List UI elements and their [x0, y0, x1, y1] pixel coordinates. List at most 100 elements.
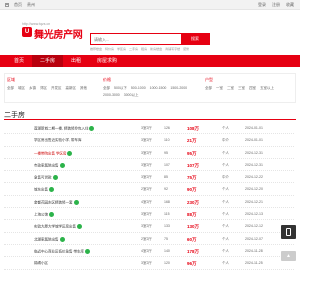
listing-layout: 2室2厅: [141, 187, 152, 192]
listing-row[interactable]: 上海公馆 3室2厅 115 88万 个人 2024-12-13: [4, 208, 294, 221]
listing-row[interactable]: 莲湖新城二期一楼, 精装修拎包入住 3室2厅 126 108万 个人 2024-01-01: [4, 122, 294, 135]
hot-keyword-link[interactable]: 租房: [141, 47, 147, 51]
listing-size: 95: [164, 150, 168, 155]
verified-badge-icon: [84, 248, 90, 254]
verified-badge-icon: [67, 150, 73, 156]
nav-item[interactable]: 房屋求购: [89, 55, 125, 67]
search-button[interactable]: 搜索: [181, 34, 209, 44]
nav-item[interactable]: 二手房: [32, 55, 64, 67]
listing-title-link[interactable]: 北湖家属院出售: [34, 237, 59, 241]
filter-option[interactable]: 三室: [238, 86, 245, 91]
filter-option[interactable]: 2000-3000: [103, 93, 120, 98]
filter-option[interactable]: 高新区: [66, 86, 77, 91]
listing-row[interactable]: 学区房出售近实验小学, 带车库 3室2厅 110 21万 中介 2024-01-01: [4, 134, 294, 147]
filter-option[interactable]: 城区: [18, 86, 25, 91]
search-input[interactable]: [94, 36, 179, 43]
header: http://www.tqzs.cn U 舞光房产网 搜索 推荐楼盘特价房学区房…: [0, 10, 300, 51]
listing-price: 178万: [187, 248, 200, 254]
listing-title-link[interactable]: 上海公馆: [34, 213, 48, 217]
filter-option[interactable]: 二室: [227, 86, 234, 91]
listing-title-cell: 急售可贷款: [34, 175, 126, 181]
logo-icon[interactable]: U: [22, 27, 32, 37]
listing-title-link[interactable]: 急售可贷款: [34, 176, 52, 180]
verified-badge-icon: [73, 199, 79, 205]
hot-keyword-link[interactable]: 学区房: [117, 47, 126, 51]
listing-row[interactable]: 实验大厦大学城学区房出售 3室2厅 133 130万 个人 2024-12-12: [4, 220, 294, 233]
listing-layout: 4室2厅: [141, 248, 152, 253]
filter-option[interactable]: 500以下: [114, 86, 127, 91]
hot-keywords: 推荐楼盘 特价房 学区房 二手房 租房 新房楼盘 商铺写字楼 装修: [90, 47, 240, 51]
city-switch[interactable]: 贵州: [27, 2, 35, 8]
listing-title-link[interactable]: 学区房出售近实验小学, 带车库: [34, 138, 81, 142]
listing-price: 90万: [187, 187, 197, 193]
listing-title-link[interactable]: 莲湖新城二期一楼, 精装修拎包入住: [34, 126, 88, 130]
listing-row[interactable]: 金都花园东区精装修一套 4室2厅 168 230万 个人 2024-12-21: [4, 196, 294, 209]
favorite-link[interactable]: 收藏: [286, 2, 294, 8]
listing-size: 120: [164, 261, 170, 266]
filter-option[interactable]: 乡镇: [29, 86, 36, 91]
filter-option[interactable]: 全部: [103, 86, 110, 91]
mobile-app-float[interactable]: [281, 225, 296, 239]
home-icon[interactable]: [5, 3, 9, 7]
filter-option[interactable]: 五室以上: [260, 86, 274, 91]
filter-option[interactable]: 1500-2000: [170, 86, 187, 91]
listing-price: 230万: [187, 199, 200, 205]
listing-agent: 个人: [222, 212, 229, 217]
filter-option[interactable]: 开发区: [51, 86, 62, 91]
listing-agent: 个人: [222, 126, 229, 130]
listing-row[interactable]: 一楼带院出售 学区房 3室2厅 95 95万 个人 2024-12-31: [4, 147, 294, 159]
filter-option[interactable]: 其他: [80, 86, 87, 91]
filter-option[interactable]: 郊区: [40, 86, 47, 91]
listing-title-cell: 北湖家属院出售: [34, 236, 126, 242]
hot-keyword-link[interactable]: 二手房: [129, 47, 138, 51]
nav-item[interactable]: 出租: [63, 55, 89, 67]
filter-group: 区域 全部 城区 乡镇 郊区 开发区 高新区 其他: [7, 77, 99, 91]
listing-layout: 3室2厅: [141, 212, 152, 217]
listing-title-link[interactable]: 城东出售: [34, 188, 48, 192]
filter-option[interactable]: 一室: [216, 86, 223, 91]
listing-row[interactable]: 市政家属院出售 3室2厅 107 107万 个人 2024-12-31: [4, 159, 294, 172]
hot-keyword-link[interactable]: 商铺写字楼: [165, 47, 180, 51]
listing-price: 96万: [187, 261, 197, 267]
listing-agent: 个人: [222, 187, 229, 192]
filter-option[interactable]: 1000-1500: [150, 86, 167, 91]
hot-keyword-link[interactable]: 新房楼盘: [150, 47, 162, 51]
listing-title-link[interactable]: 实验大厦大学城学区房出售: [34, 225, 76, 229]
hot-keyword-link[interactable]: 推荐楼盘: [90, 47, 102, 51]
home-link[interactable]: 首页: [14, 2, 22, 8]
back-to-top-button[interactable]: ▲: [281, 251, 296, 261]
verified-badge-icon: [77, 224, 82, 230]
filter-option[interactable]: 全部: [7, 86, 14, 91]
listing-date: 2024-12-31: [245, 150, 263, 155]
filter-option[interactable]: 全部: [205, 86, 212, 91]
filter-option[interactable]: 500-1000: [131, 86, 146, 91]
register-link[interactable]: 注册: [272, 2, 280, 8]
listing-title-link[interactable]: 锦绣小区: [34, 261, 48, 265]
listing-row[interactable]: 急售可贷款 3室2厅 85 75万 中介 2024-12-22: [4, 171, 294, 184]
listing-title-cell: 金都花园东区精装修一套: [34, 199, 126, 205]
listing-date: 2024-12-20: [245, 187, 263, 192]
listing-title-link[interactable]: 市政家属院出售: [34, 163, 59, 167]
filter-option[interactable]: 3000以上: [124, 93, 139, 98]
listing-row[interactable]: 临近中心商业区低价急售 带车库 4室2厅 140 178万 个人 2024-11-28: [4, 245, 294, 258]
verified-badge-icon: [52, 175, 58, 181]
listing-title-link[interactable]: 临近中心商业区低价急售 带车库: [34, 249, 84, 253]
login-link[interactable]: 登录: [258, 2, 266, 8]
site-logo[interactable]: 舞光房产网: [34, 26, 83, 41]
listing-title-link[interactable]: 金都花园东区精装修一套: [34, 200, 73, 204]
nav-item[interactable]: 首页: [6, 55, 32, 67]
listing-size: 92: [164, 187, 168, 192]
filter-group: 户型 全部 一室 二室 三室 四室 五室以上: [205, 77, 297, 91]
listing-title-cell: 城东出售: [34, 187, 126, 193]
listing-date: 2024-12-21: [245, 199, 263, 204]
filter-option[interactable]: 四室: [249, 86, 256, 91]
listing-row[interactable]: 城东出售 2室2厅 92 90万 个人 2024-12-20: [4, 183, 294, 196]
listing-date: 2024-12-31: [245, 162, 263, 167]
listing-size: 110: [164, 138, 170, 143]
hot-keyword-link[interactable]: 装修: [183, 47, 189, 51]
hot-keyword-link[interactable]: 特价房: [105, 47, 114, 51]
listing-row[interactable]: 北湖家属院出售 2室2厅 75 60万 个人 2024-12-07: [4, 233, 294, 245]
listing-title-link[interactable]: 一楼带院出售 学区房: [34, 151, 66, 155]
listing-price: 108万: [187, 126, 200, 131]
listing-row[interactable]: 锦绣小区 3室2厅 120 96万 个人 2024-11-25: [4, 257, 294, 270]
